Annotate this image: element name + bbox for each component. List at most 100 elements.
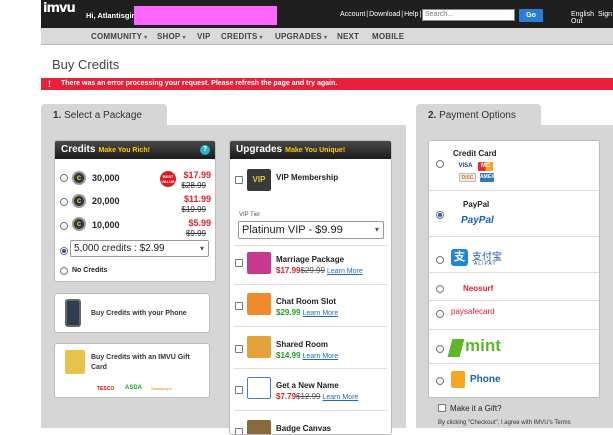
credit-price: $11.99 bbox=[183, 194, 211, 204]
chevron-down-icon: ▾ bbox=[259, 35, 263, 41]
divider bbox=[234, 284, 387, 285]
credits-box: Credits Make You Rich! ? c 30,000 BEST VA… bbox=[54, 140, 216, 282]
new-name-price-value: $7.79 bbox=[276, 392, 297, 401]
marriage-label: Marriage Package bbox=[276, 255, 345, 264]
new-name-checkbox[interactable] bbox=[235, 386, 243, 394]
imvu-logo[interactable]: imvu bbox=[43, 2, 79, 26]
nav-upgrades[interactable]: UPGRADES ▾ bbox=[275, 32, 327, 41]
chevron-down-icon: ▾ bbox=[323, 35, 328, 41]
credit-20000-radio[interactable] bbox=[60, 198, 68, 206]
paysafecard-radio[interactable] bbox=[436, 310, 444, 318]
phone-icon bbox=[65, 299, 81, 327]
shared-room-checkbox[interactable] bbox=[235, 345, 243, 353]
credit-price: $17.99 bbox=[183, 170, 211, 180]
divider bbox=[429, 363, 599, 364]
credit-amount: 30,000 bbox=[92, 173, 120, 183]
upgrades-title: Upgrades bbox=[236, 144, 283, 155]
gift-checkbox[interactable] bbox=[438, 404, 446, 412]
vip-tier-select[interactable]: Platinum VIP - $9.99 ▾ bbox=[238, 221, 384, 239]
language-link[interactable]: English bbox=[571, 11, 594, 18]
learn-more-link[interactable]: Learn More bbox=[302, 353, 338, 360]
paypal-radio[interactable] bbox=[436, 211, 444, 219]
no-credits-label: No Credits bbox=[72, 267, 108, 274]
vip-checkbox[interactable] bbox=[235, 176, 243, 184]
nav-community[interactable]: COMMUNITY ▾ bbox=[91, 32, 147, 41]
nav-credits[interactable]: CREDITS ▾ bbox=[221, 32, 263, 41]
new-name-old-price: $12.99 bbox=[296, 392, 321, 401]
step-2-tab: 2. Payment Options bbox=[416, 104, 541, 126]
credits-subtitle: Make You Rich! bbox=[98, 147, 150, 154]
nav-vip[interactable]: VIP bbox=[197, 32, 211, 41]
credit-10000-radio[interactable] bbox=[60, 222, 68, 230]
step-2-label: Payment Options bbox=[439, 110, 516, 121]
mastercard-icon: MC bbox=[478, 162, 493, 171]
credit-select-value: 5,000 credits : $2.99 bbox=[74, 243, 165, 254]
paypal-label: PayPal bbox=[463, 200, 490, 209]
nav-shop[interactable]: SHOP ▾ bbox=[157, 32, 186, 41]
search-input[interactable]: Search... bbox=[422, 9, 515, 21]
error-message: There was an error processing your reque… bbox=[61, 80, 338, 87]
phone-radio[interactable] bbox=[436, 377, 444, 385]
help-link[interactable]: Help bbox=[404, 11, 418, 18]
buy-with-giftcard-label: Buy Credits with an IMVU Gift Card bbox=[91, 354, 190, 371]
shared-room-price-value: $14.99 bbox=[276, 351, 301, 360]
credit-coin-icon: c bbox=[72, 217, 86, 231]
divider bbox=[429, 300, 599, 301]
alipay-radio[interactable] bbox=[436, 256, 444, 264]
payment-options-box: Credit Card VISA MC DISC AMEX PayPal Pay… bbox=[428, 140, 600, 398]
credit-custom-radio[interactable] bbox=[60, 247, 68, 255]
mint-radio[interactable] bbox=[436, 345, 444, 353]
alipay-en-text: ALIPAY bbox=[474, 261, 497, 267]
nav-next[interactable]: NEXT bbox=[337, 32, 359, 41]
credit-card-label: Credit Card bbox=[453, 149, 497, 158]
buy-with-phone-box[interactable]: Buy Credits with your Phone bbox=[54, 293, 210, 333]
credit-coin-icon: c bbox=[72, 194, 86, 208]
shared-room-price: $14.99 Learn More bbox=[276, 351, 338, 360]
credits-title: Credits bbox=[61, 144, 96, 155]
marriage-price-value: $17.99 bbox=[276, 266, 301, 275]
badge-canvas-label: Badge Canvas bbox=[276, 424, 332, 433]
divider bbox=[234, 410, 387, 411]
discover-icon: DISC bbox=[459, 173, 476, 182]
marriage-checkbox[interactable] bbox=[235, 259, 243, 267]
chat-room-checkbox[interactable] bbox=[235, 302, 243, 310]
learn-more-link[interactable]: Learn More bbox=[302, 310, 338, 317]
mint-logo: mint bbox=[465, 336, 501, 355]
credit-amount-select[interactable]: 5,000 credits : $2.99 ▾ bbox=[70, 240, 209, 257]
new-name-label: Get a New Name bbox=[276, 381, 339, 390]
chevron-down-icon: ▾ bbox=[199, 244, 204, 253]
account-link[interactable]: Account bbox=[340, 11, 365, 18]
credit-coin-icon: c bbox=[72, 171, 86, 185]
alipay-icon: 支 bbox=[451, 249, 468, 266]
buy-with-giftcard-box[interactable]: Buy Credits with an IMVU Gift Card TESCO… bbox=[54, 343, 210, 398]
vip-icon: VIP bbox=[247, 169, 271, 191]
sainsburys-logo: Sainsbury's bbox=[151, 386, 172, 391]
nav-mobile[interactable]: MOBILE bbox=[372, 32, 404, 41]
step-1-label: Select a Package bbox=[64, 110, 142, 121]
asda-logo: ASDA bbox=[125, 385, 143, 391]
vip-tier-value: Platinum VIP - $9.99 bbox=[242, 224, 343, 236]
alert-icon: ! bbox=[48, 79, 51, 89]
name-tag-icon bbox=[247, 377, 271, 399]
credit-30000-radio[interactable] bbox=[60, 174, 68, 182]
badge-canvas-checkbox[interactable] bbox=[235, 428, 243, 434]
divider bbox=[234, 245, 387, 246]
no-credits-radio[interactable] bbox=[60, 267, 68, 275]
neosurf-radio[interactable] bbox=[436, 285, 444, 293]
credit-card-radio[interactable] bbox=[436, 160, 444, 168]
divider bbox=[234, 368, 387, 369]
divider bbox=[429, 236, 599, 237]
upgrades-box: Upgrades Make You Unique! VIP VIP Members… bbox=[229, 140, 392, 435]
error-banner: ! There was an error processing your req… bbox=[41, 78, 613, 90]
chat-room-label: Chat Room Slot bbox=[276, 297, 336, 306]
lang-links: English Sign Out bbox=[571, 11, 613, 25]
credit-old-price: $9.99 bbox=[185, 229, 206, 238]
download-link[interactable]: Download bbox=[369, 11, 400, 18]
neosurf-logo: Neosurf bbox=[463, 284, 494, 293]
learn-more-link[interactable]: Learn More bbox=[323, 394, 359, 401]
search-go-button[interactable]: Go bbox=[519, 9, 543, 22]
credit-amount: 20,000 bbox=[92, 196, 120, 206]
learn-more-link[interactable]: Learn More bbox=[327, 268, 363, 275]
help-icon[interactable]: ? bbox=[200, 145, 210, 155]
upgrades-subtitle: Make You Unique! bbox=[285, 147, 346, 154]
